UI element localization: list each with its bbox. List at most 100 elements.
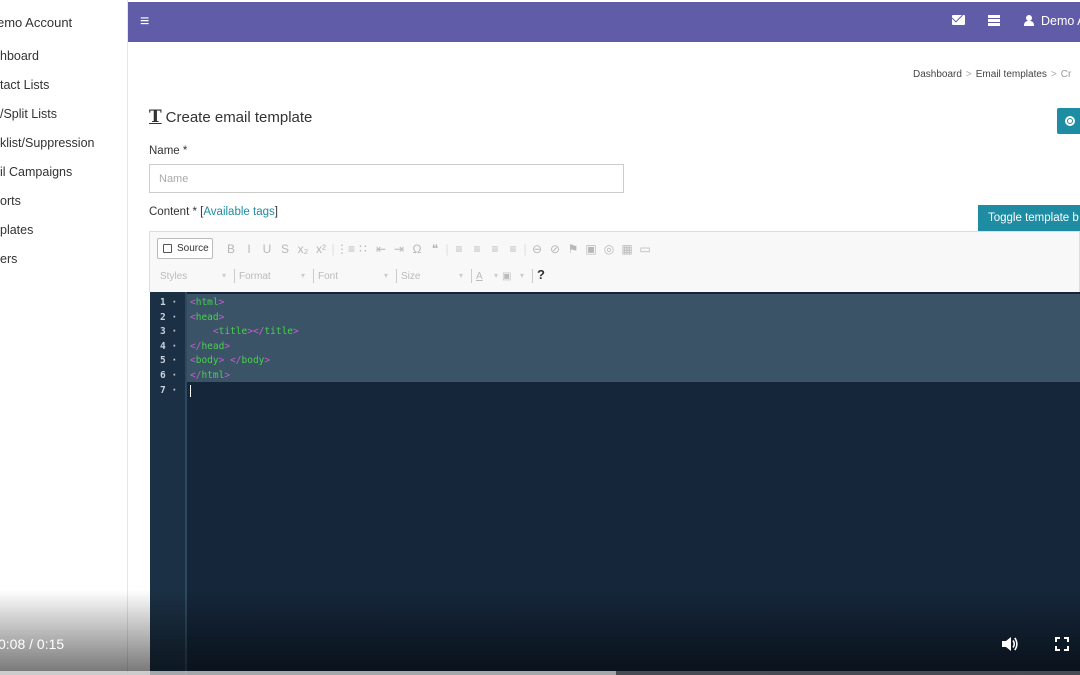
toolbar-button[interactable]: ∷ (354, 242, 372, 256)
toolbar-button[interactable]: ⇥ (390, 242, 408, 256)
sidebar-item-label: ers (0, 252, 18, 266)
code-line: <html> (190, 297, 224, 308)
video-progress-bar[interactable] (0, 671, 1080, 675)
content-label-bracket: ] (274, 206, 278, 218)
source-icon (163, 244, 172, 253)
mail-icon[interactable] (952, 15, 965, 25)
content-label: Content * [Available tags] (149, 206, 278, 218)
toolbar-button[interactable]: ▭ (636, 242, 654, 256)
sidebar-item-label: klist/Suppression (0, 136, 95, 150)
toolbar-button[interactable]: ▦ (618, 242, 636, 256)
code-bracket: ></ (247, 326, 265, 338)
toolbar-button[interactable]: S (276, 242, 294, 256)
text-color-button[interactable]: A ▾ (476, 271, 502, 287)
sidebar: emo Account hboard tact Lists /Split Lis… (0, 0, 128, 675)
size-dropdown[interactable]: Size ▾ (401, 271, 467, 287)
line-number: 2 · (160, 311, 178, 323)
user-icon (1024, 15, 1034, 26)
chevron-down-icon: ▾ (519, 271, 524, 280)
text-color-icon: A (476, 271, 483, 282)
sidebar-item-label: /Split Lists (0, 107, 57, 121)
code-tag: html (195, 297, 219, 308)
name-input[interactable] (149, 164, 624, 193)
code-line: </head> (190, 341, 230, 352)
size-label: Size (401, 271, 421, 282)
save-button[interactable] (1057, 108, 1080, 134)
breadcrumb-current: Cr (1060, 69, 1072, 80)
toolbar-button[interactable]: ⋮≡ (336, 242, 355, 256)
source-button[interactable]: Source (157, 238, 213, 259)
toolbar-button[interactable]: I (240, 242, 258, 256)
code-line: <body> </body> (190, 355, 270, 366)
help-button[interactable]: ? (537, 267, 545, 282)
breadcrumb-separator: > (1050, 69, 1057, 80)
chevron-down-icon: ▾ (221, 271, 226, 280)
code-tag: title (218, 326, 248, 338)
volume-icon[interactable] (1001, 636, 1019, 652)
bg-color-button[interactable]: ▣ ▾ (502, 271, 528, 287)
page-title: T Create email template (149, 107, 312, 127)
user-menu[interactable]: Demo A (1024, 14, 1080, 28)
sidebar-item-label: orts (0, 194, 21, 208)
line-number: 3 · (160, 326, 178, 338)
line-number: 4 · (160, 340, 178, 352)
video-time: 0:08 / 0:15 (0, 636, 65, 652)
font-dropdown[interactable]: Font ▾ (318, 271, 392, 287)
styles-dropdown[interactable]: Styles ▾ (160, 271, 230, 287)
text-cursor (190, 384, 191, 397)
toolbar-button[interactable]: ⊘ (546, 242, 564, 256)
toolbar-button[interactable]: ⚑ (564, 242, 582, 256)
toggle-template-button[interactable]: Toggle template b (978, 205, 1080, 231)
menu-toggle-icon[interactable]: ≡ (140, 13, 149, 31)
code-bracket (190, 326, 213, 337)
code-bracket: > (218, 311, 225, 323)
breadcrumb-dashboard[interactable]: Dashboard (913, 69, 962, 80)
user-name: Demo A (1041, 14, 1080, 28)
chevron-down-icon: ▾ (300, 271, 305, 280)
format-dropdown[interactable]: Format ▾ (239, 271, 309, 287)
toolbar-button[interactable]: x² (312, 242, 330, 256)
styles-label: Styles (160, 271, 188, 282)
toolbar-button[interactable]: ≡ (468, 242, 486, 256)
code-bracket: > (218, 297, 225, 308)
chevron-down-icon: ▾ (493, 271, 498, 280)
code-tag: title (264, 326, 294, 338)
code-bracket: > (264, 355, 271, 367)
code-bracket: > (224, 340, 231, 352)
fullscreen-icon[interactable] (1055, 637, 1069, 651)
toolbar-button[interactable]: ⊖ (528, 242, 546, 256)
toolbar-button[interactable]: ≡ (486, 242, 504, 256)
toolbar-button[interactable]: U (258, 242, 276, 256)
chevron-down-icon: ▾ (383, 271, 388, 280)
sidebar-item-label: il Campaigns (0, 165, 73, 179)
code-bracket: > (293, 326, 299, 338)
account-name[interactable]: emo Account (0, 15, 72, 30)
toolbar-button[interactable]: Ω (408, 242, 426, 256)
toolbar-button[interactable]: ≡ (450, 242, 468, 256)
bg-color-icon: ▣ (502, 271, 512, 282)
top-navbar: ≡ Demo A (128, 2, 1080, 42)
toolbar-button[interactable]: ◎ (600, 242, 618, 256)
toolbar-button[interactable]: ≡ (504, 242, 522, 256)
code-line: <title></title> (190, 326, 299, 337)
editor-toolbar: Source B I U Sx₂ x² |⋮≡ ∷ ⇤ ⇥ Ω ❝ | ≡ ≡ ≡ ≡ | ⊖ ⊘ ⚑ ▣ ◎ ▦ ▭ Sty… (149, 231, 1080, 292)
toolbar-button[interactable]: x₂ (294, 242, 312, 256)
font-label: Font (318, 271, 339, 282)
line-number: 1 · (160, 297, 178, 308)
toolbar-format-buttons: B I U Sx₂ x² |⋮≡ ∷ ⇤ ⇥ Ω ❝ | ≡ ≡ ≡ ≡ | ⊖ ⊘ ⚑ ▣ ◎ ▦ ▭ (222, 240, 654, 256)
toolbar-button[interactable]: ❝ (426, 242, 444, 256)
video-controls-backdrop (0, 590, 1080, 675)
toolbar-button[interactable]: B (222, 242, 240, 256)
available-tags-link[interactable]: Available tags (203, 206, 274, 218)
toolbar-button[interactable]: ⇤ (372, 242, 390, 256)
code-tag: body (241, 355, 265, 367)
code-bracket: > (224, 370, 231, 381)
toolbar-button[interactable]: ▣ (582, 242, 600, 256)
server-icon[interactable] (988, 15, 1000, 26)
selection-highlight (186, 294, 1080, 382)
page-title-text: Create email template (165, 109, 313, 126)
breadcrumb-separator: > (965, 69, 972, 80)
sidebar-item-label: tact Lists (0, 78, 50, 92)
source-label: Source (177, 243, 209, 254)
breadcrumb-email-templates[interactable]: Email templates (976, 69, 1047, 80)
